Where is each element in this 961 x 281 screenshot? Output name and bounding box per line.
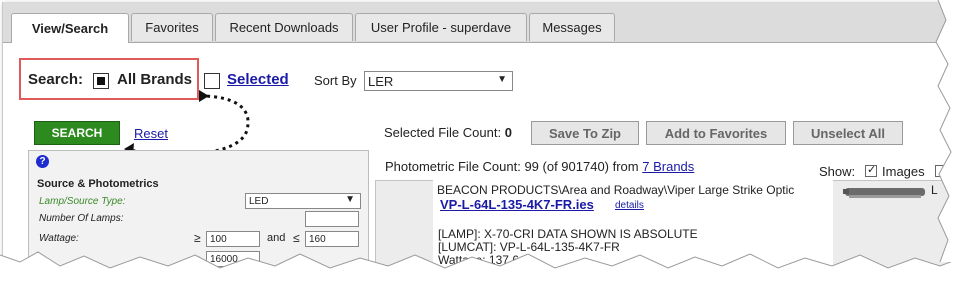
torn-edge-overlay [0, 0, 961, 281]
